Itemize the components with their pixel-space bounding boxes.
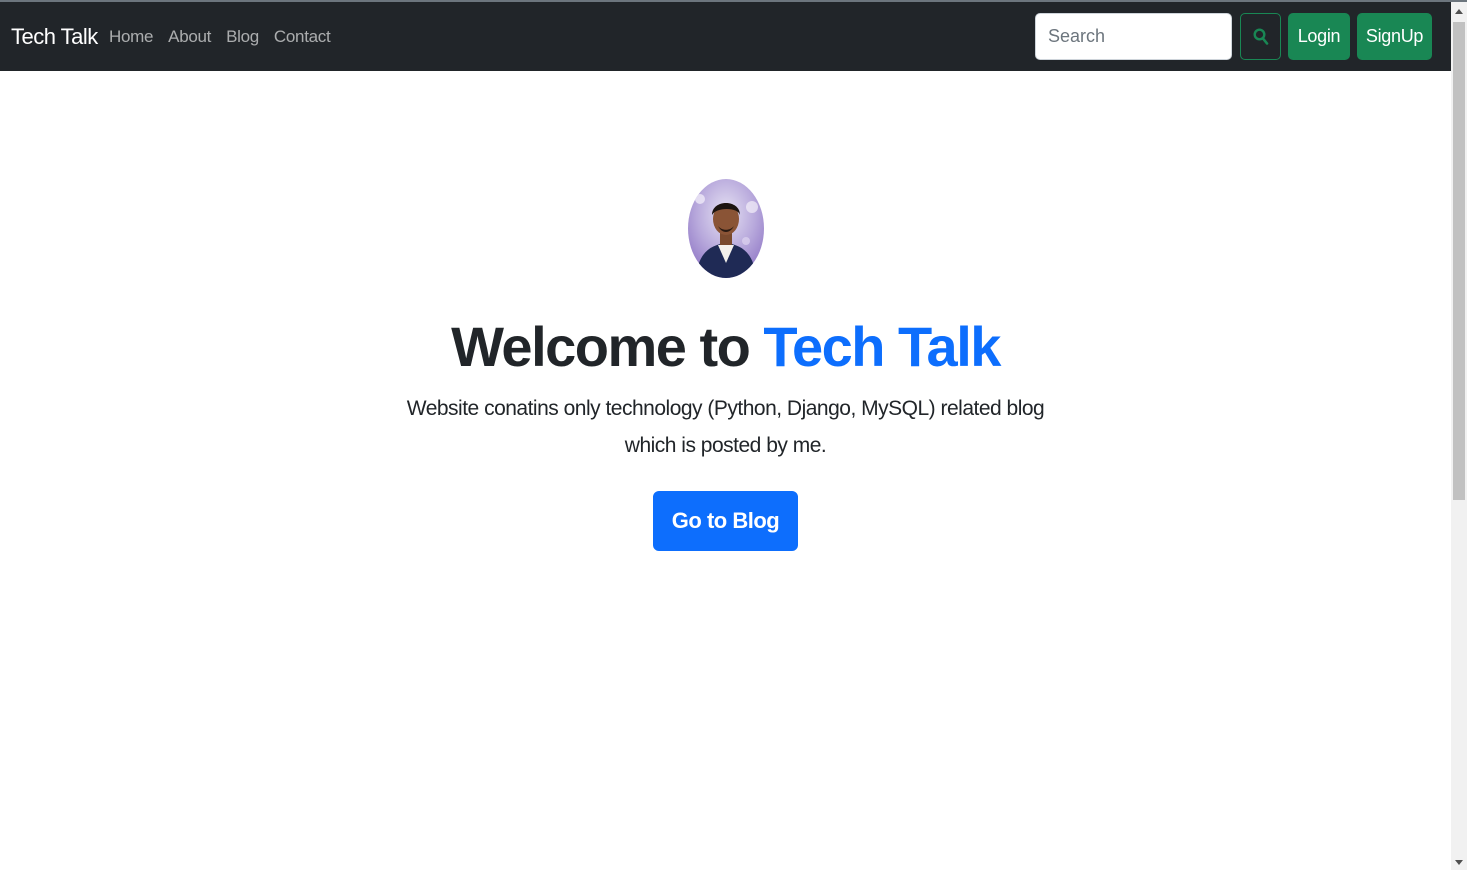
scrollbar-thumb[interactable] <box>1453 22 1465 500</box>
scrollbar[interactable] <box>1451 2 1467 870</box>
login-button[interactable]: Login <box>1288 13 1350 60</box>
scroll-up-arrow-icon[interactable] <box>1451 4 1467 18</box>
hero-lead: Website conatins only technology (Python… <box>406 397 1045 457</box>
go-to-blog-button[interactable]: Go to Blog <box>653 491 798 551</box>
avatar <box>688 179 764 278</box>
search-button[interactable] <box>1240 13 1281 60</box>
nav-link-blog[interactable]: Blog <box>226 26 259 48</box>
nav-link-contact[interactable]: Contact <box>274 26 331 48</box>
search-input[interactable] <box>1035 13 1232 60</box>
search-icon <box>1252 27 1268 45</box>
brand-link[interactable]: Tech Talk <box>11 24 98 50</box>
hero-title-prefix: Welcome to <box>451 315 764 378</box>
navbar: Tech Talk Home About Blog Contact Login … <box>0 2 1451 71</box>
nav-links: Home About Blog Contact <box>109 26 331 48</box>
nav-link-about[interactable]: About <box>168 26 211 48</box>
nav-link-home[interactable]: Home <box>109 26 153 48</box>
signup-button[interactable]: SignUp <box>1357 13 1432 60</box>
scroll-down-arrow-icon[interactable] <box>1451 856 1467 870</box>
hero-title-accent: Tech Talk <box>763 315 1001 378</box>
hero-title: Welcome to Tech Talk <box>0 312 1451 382</box>
